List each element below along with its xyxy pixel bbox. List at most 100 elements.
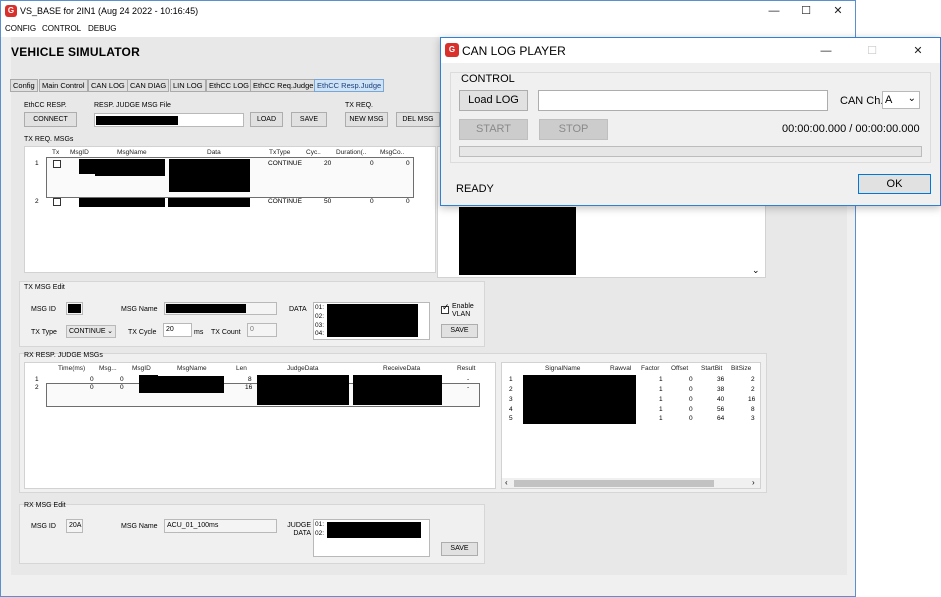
- row-offset: 0: [689, 406, 693, 413]
- col-msgcount: MsgCo..: [380, 149, 405, 156]
- tx-req-label: TX REQ.: [345, 102, 374, 109]
- redacted-block: [327, 522, 421, 538]
- tx-req-msgs-grid[interactable]: Tx MsgID MsgName Data TxType Cyc.. Durat…: [24, 146, 436, 273]
- connect-button[interactable]: CONNECT: [24, 112, 77, 127]
- rx-msg-id-field[interactable]: 20A: [66, 519, 83, 533]
- msg-id-field[interactable]: [66, 302, 83, 315]
- row-index: 5: [509, 415, 513, 422]
- rx-save-button[interactable]: SAVE: [441, 542, 478, 556]
- redacted-block: [139, 375, 158, 393]
- close-icon[interactable]: ✕: [903, 43, 933, 59]
- control-group-label: CONTROL: [459, 73, 517, 85]
- stop-button[interactable]: STOP: [539, 119, 608, 140]
- tx-cycle-unit: ms: [194, 329, 204, 336]
- tx-save-button[interactable]: SAVE: [441, 324, 478, 338]
- tx-type-label: TX Type: [31, 329, 57, 336]
- tab-can-log[interactable]: CAN LOG: [88, 79, 128, 92]
- col-time: Time(ms): [58, 365, 86, 372]
- tab-config[interactable]: Config: [10, 79, 38, 92]
- load-log-button[interactable]: Load LOG: [459, 90, 528, 111]
- menu-bar: CONFIG CONTROL DEBUG: [1, 22, 855, 37]
- start-button[interactable]: START: [459, 119, 528, 140]
- tx-data-field[interactable]: 01: 02: 03: 04:: [313, 302, 430, 340]
- row-startbit: 64: [717, 415, 725, 422]
- row-result: -: [467, 376, 470, 383]
- tx-checkbox[interactable]: [53, 198, 61, 206]
- row-cycle: 20: [324, 160, 332, 167]
- tab-ethcc-req-judge[interactable]: EthCC Req.Judge: [250, 79, 317, 92]
- dialog-title: CAN LOG PLAYER: [462, 44, 566, 58]
- judge-line: 01:: [315, 521, 325, 528]
- save-file-button[interactable]: SAVE: [291, 112, 327, 127]
- close-icon[interactable]: ✕: [823, 3, 853, 19]
- title-bar: G VS_BASE for 2IN1 (Aug 24 2022 - 10:16:…: [1, 1, 855, 22]
- row-startbit: 40: [717, 396, 725, 403]
- minimize-icon[interactable]: —: [759, 3, 789, 19]
- col-result: Result: [457, 365, 476, 372]
- rx-msg-name-field[interactable]: ACU_01_100ms: [164, 519, 277, 533]
- row-duration: 0: [370, 160, 374, 167]
- judge-file-path-field[interactable]: [94, 113, 244, 127]
- row-bitsize: 2: [751, 376, 755, 383]
- ok-button[interactable]: OK: [858, 174, 931, 194]
- tab-ethcc-log[interactable]: EthCC LOG: [206, 79, 253, 92]
- del-msg-button[interactable]: DEL MSG: [396, 112, 440, 127]
- enable-vlan-label: Enable VLAN: [452, 303, 474, 318]
- col-duration: Duration(..: [336, 149, 367, 156]
- row-len: 8: [248, 376, 252, 383]
- menu-control[interactable]: CONTROL: [42, 24, 81, 33]
- row-index: 3: [509, 396, 513, 403]
- col-signalname: SignalName: [545, 365, 581, 372]
- tab-ethcc-resp-judge[interactable]: EthCC Resp.Judge: [314, 79, 385, 92]
- row-offset: 0: [689, 386, 693, 393]
- tab-lin-log[interactable]: LIN LOG: [170, 79, 206, 92]
- horizontal-scrollbar[interactable]: ‹ ›: [502, 478, 760, 488]
- redacted-block: [523, 375, 636, 424]
- row-txtype: CONTINUE: [268, 160, 302, 167]
- load-button[interactable]: LOAD: [250, 112, 283, 127]
- minimize-icon[interactable]: —: [811, 43, 841, 59]
- rx-signal-grid[interactable]: SignalName Rawval Factor Offset StartBit…: [501, 362, 761, 489]
- maximize-icon: ☐: [867, 45, 877, 57]
- redacted-block: [96, 116, 178, 125]
- row-offset: 0: [689, 396, 693, 403]
- tx-cycle-label: TX Cycle: [128, 329, 157, 336]
- scroll-down-icon[interactable]: ⌄: [752, 265, 760, 276]
- row-index: 2: [509, 386, 513, 393]
- scroll-left-icon[interactable]: ‹: [505, 478, 508, 487]
- tx-checkbox[interactable]: [53, 160, 61, 168]
- log-file-path-field[interactable]: [538, 90, 828, 111]
- status-text: READY: [456, 183, 494, 195]
- tab-main-control[interactable]: Main Control: [39, 79, 88, 92]
- tx-count-field[interactable]: 0: [247, 323, 277, 337]
- judge-data-field[interactable]: 01: 02:: [313, 519, 430, 557]
- redacted-block: [68, 304, 81, 313]
- col-tx: Tx: [52, 149, 60, 156]
- tx-type-select[interactable]: CONTINUE ⌄: [66, 325, 116, 338]
- tx-cycle-field[interactable]: 20: [163, 323, 192, 337]
- row-startbit: 38: [717, 386, 725, 393]
- page-title: VEHICLE SIMULATOR: [11, 45, 140, 59]
- row-bitsize: 3: [751, 415, 755, 422]
- data-label: DATA: [289, 306, 307, 313]
- scroll-right-icon[interactable]: ›: [752, 478, 755, 487]
- col-startbit: StartBit: [701, 365, 723, 372]
- scrollbar-thumb[interactable]: [514, 480, 714, 487]
- rx-resp-judge-grid[interactable]: Time(ms) Msg... MsgID MsgName Len JudgeD…: [24, 362, 496, 489]
- msg-id-label: MSG ID: [31, 306, 56, 313]
- menu-config[interactable]: CONFIG: [5, 24, 36, 33]
- new-msg-button[interactable]: NEW MSG: [345, 112, 388, 127]
- judge-line: 02:: [315, 530, 325, 537]
- app-logo-icon: G: [5, 5, 17, 17]
- judge-file-label: RESP. JUDGE MSG File: [94, 102, 171, 109]
- row-index: 1: [35, 160, 39, 167]
- maximize-icon[interactable]: ☐: [791, 3, 821, 19]
- col-judgedata: JudgeData: [287, 365, 319, 372]
- can-ch-select[interactable]: A ⌄: [882, 91, 920, 109]
- tab-can-diag[interactable]: CAN DIAG: [127, 79, 170, 92]
- row-factor: 1: [659, 415, 663, 422]
- msg-name-field[interactable]: [164, 302, 277, 315]
- col-data: Data: [207, 149, 221, 156]
- menu-debug[interactable]: DEBUG: [88, 24, 116, 33]
- row-count: 0: [406, 160, 410, 167]
